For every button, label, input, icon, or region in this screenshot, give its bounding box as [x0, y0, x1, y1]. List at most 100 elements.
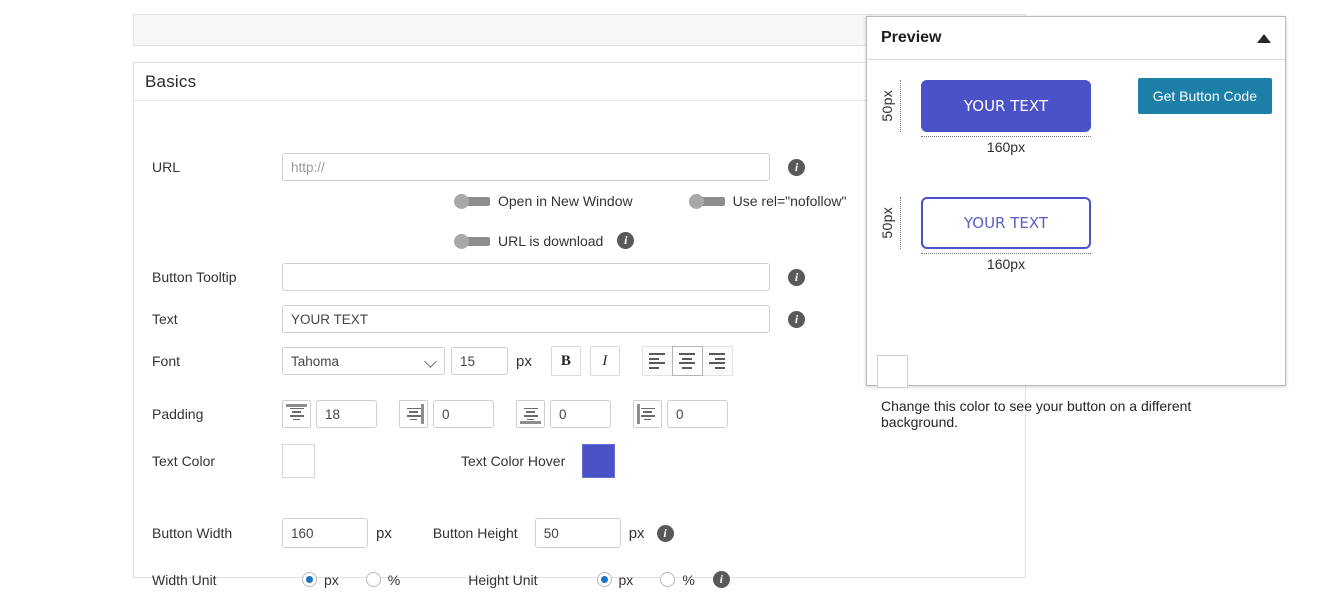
button-width-label: Button Width	[152, 525, 233, 541]
toggle-nofollow[interactable]: Use rel="nofollow"	[688, 193, 847, 209]
info-icon-text[interactable]: i	[788, 310, 805, 328]
outline-width-label: 160px	[986, 256, 1026, 272]
text-align-group	[641, 346, 733, 376]
row-unit-selection: Width Unit px % Height Unit px % i	[134, 571, 1025, 588]
padding-left-item	[633, 400, 728, 428]
height-unit-px-radio[interactable]: px	[596, 571, 634, 588]
font-size-input[interactable]	[451, 347, 508, 375]
bold-button[interactable]: B	[550, 346, 581, 376]
button-height-input[interactable]	[534, 518, 621, 548]
preview-panel: Preview Get Button Code 50px YOUR TEXT 1…	[866, 16, 1286, 430]
width-unit-percent-radio[interactable]: %	[365, 571, 401, 588]
info-icon-height-unit[interactable]: i	[712, 571, 730, 588]
font-size-unit: px	[516, 352, 532, 370]
button-tooltip-label: Button Tooltip	[152, 269, 237, 285]
font-label: Font	[152, 353, 181, 369]
height-unit-px-label: px	[618, 571, 634, 588]
row-url-toggles-1: Open in New Window Use rel="nofollow"	[454, 193, 846, 209]
filled-height-dimension: 50px	[879, 80, 902, 132]
text-label: Text	[152, 311, 178, 327]
info-icon-url[interactable]: i	[788, 158, 805, 176]
align-left-button[interactable]	[641, 346, 673, 376]
align-center-button[interactable]	[671, 346, 703, 376]
page-title: Basics	[145, 71, 197, 91]
radio-icon[interactable]	[302, 572, 317, 587]
align-right-button[interactable]	[701, 346, 733, 376]
height-unit-percent-radio[interactable]: %	[660, 571, 695, 588]
info-icon-tooltip[interactable]: i	[788, 268, 805, 286]
row-text-color: Text Color Text Color Hover	[134, 444, 1025, 478]
toggle-switch-icon[interactable]	[688, 194, 725, 209]
padding-bottom-item	[516, 400, 611, 428]
preview-header[interactable]: Preview	[867, 17, 1285, 60]
info-icon-url-download[interactable]: i	[617, 232, 635, 249]
toggle-switch-icon[interactable]	[454, 194, 490, 209]
align-right-icon	[709, 353, 726, 369]
height-unit-label: Height Unit	[468, 571, 538, 588]
row-url-toggles-2: URL is download i	[454, 232, 635, 249]
align-center-icon	[679, 353, 696, 369]
outline-height-dimension: 50px	[879, 197, 902, 249]
background-color-swatch[interactable]	[877, 355, 908, 388]
radio-icon[interactable]	[660, 572, 676, 587]
url-label: URL	[152, 159, 181, 175]
toggle-open-new-window-label: Open in New Window	[498, 193, 633, 209]
text-input[interactable]	[282, 305, 770, 333]
button-tooltip-input[interactable]	[282, 263, 770, 291]
padding-label: Padding	[152, 406, 204, 422]
preview-body: Get Button Code 50px YOUR TEXT 160px 50p…	[867, 60, 1285, 430]
padding-top-icon	[282, 400, 311, 428]
background-color-note: Change this color to see your button on …	[881, 398, 1192, 430]
outline-width-dimension: 160px	[921, 253, 1091, 272]
height-unit-percent-label: %	[682, 571, 695, 588]
align-left-icon	[649, 353, 666, 369]
width-unit-label: Width Unit	[152, 571, 217, 588]
preview-button-outline[interactable]: YOUR TEXT	[921, 197, 1091, 249]
button-height-unit: px	[628, 524, 645, 542]
dimension-line	[900, 80, 902, 132]
chevron-down-icon	[424, 355, 437, 368]
get-button-code-button[interactable]: Get Button Code	[1137, 78, 1272, 114]
padding-right-icon	[399, 400, 428, 428]
width-unit-px-label: px	[324, 571, 339, 588]
padding-top-input[interactable]	[316, 400, 377, 428]
font-family-select[interactable]: Tahoma	[282, 347, 445, 375]
filled-height-label: 50px	[879, 90, 895, 122]
outline-height-label: 50px	[879, 207, 895, 239]
width-unit-percent-label: %	[387, 571, 401, 588]
padding-bottom-input[interactable]	[550, 400, 611, 428]
radio-icon[interactable]	[365, 572, 381, 587]
dimension-line	[921, 136, 1091, 138]
text-color-label: Text Color	[152, 453, 216, 469]
dimension-line	[900, 197, 902, 249]
toggle-open-new-window[interactable]: Open in New Window	[454, 193, 633, 209]
padding-bottom-icon	[516, 400, 545, 428]
filled-width-dimension: 160px	[921, 136, 1091, 155]
row-button-size: Button Width px Button Height px i	[134, 518, 1025, 548]
text-color-swatch[interactable]	[282, 444, 315, 478]
padding-right-item	[399, 400, 494, 428]
button-width-input[interactable]	[282, 518, 368, 548]
width-unit-px-radio[interactable]: px	[302, 572, 339, 588]
info-icon-button-height[interactable]: i	[656, 524, 674, 542]
button-height-label: Button Height	[432, 525, 518, 541]
preview-title: Preview	[881, 29, 942, 46]
radio-icon[interactable]	[596, 572, 612, 587]
italic-button[interactable]: I	[589, 346, 620, 376]
font-family-value: Tahoma	[291, 353, 340, 369]
padding-right-input[interactable]	[433, 400, 494, 428]
button-width-unit: px	[376, 524, 392, 542]
text-color-hover-label: Text Color Hover	[461, 453, 566, 469]
toggle-nofollow-label: Use rel="nofollow"	[732, 193, 847, 209]
preview-button-filled[interactable]: YOUR TEXT	[921, 80, 1091, 132]
collapse-up-caret-icon[interactable]	[1257, 33, 1271, 43]
padding-left-icon	[633, 400, 662, 428]
toggle-switch-icon[interactable]	[454, 233, 490, 249]
dimension-line	[921, 253, 1091, 255]
toggle-url-is-download-label: URL is download	[498, 232, 604, 249]
padding-left-input[interactable]	[667, 400, 728, 428]
url-input[interactable]	[282, 153, 770, 181]
toggle-url-is-download[interactable]: URL is download	[454, 233, 603, 249]
padding-top-item	[282, 400, 377, 428]
text-color-hover-swatch[interactable]	[582, 444, 616, 478]
